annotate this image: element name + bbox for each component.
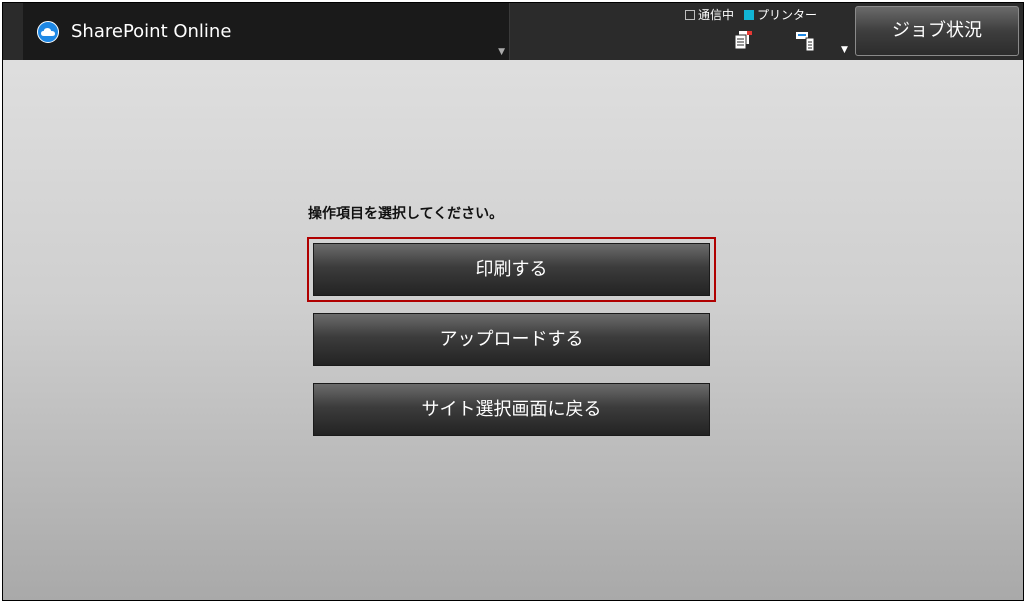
back-to-site-selection-button[interactable]: サイト選択画面に戻る (313, 383, 710, 436)
communicating-indicator (685, 10, 695, 20)
cloud-icon (37, 21, 59, 43)
dropdown-arrow-icon: ▼ (841, 45, 848, 55)
document-icon (733, 30, 753, 54)
job-status-button[interactable]: ジョブ状況 (855, 6, 1019, 56)
instruction-text: 操作項目を選択してください。 (308, 206, 504, 222)
upload-button[interactable]: アップロードする (313, 313, 710, 366)
app-title: SharePoint Online (71, 21, 232, 42)
printer-indicator (744, 10, 755, 20)
print-button[interactable]: 印刷する (313, 243, 710, 296)
app-title-selector[interactable]: SharePoint Online ▼ (23, 3, 510, 60)
status-area[interactable]: 通信中 プリンター ▼ (681, 3, 851, 60)
printer-label: プリンター (757, 8, 818, 22)
device-screen: SharePoint Online ▼ 通信中 プリンター ▼ ジョブ状況 操作… (2, 2, 1024, 601)
header-bar: SharePoint Online ▼ 通信中 プリンター ▼ ジョブ状況 (3, 3, 1023, 60)
printer-icon (795, 30, 817, 56)
communicating-label: 通信中 (698, 8, 735, 22)
dropdown-arrow-icon: ▼ (498, 47, 505, 57)
